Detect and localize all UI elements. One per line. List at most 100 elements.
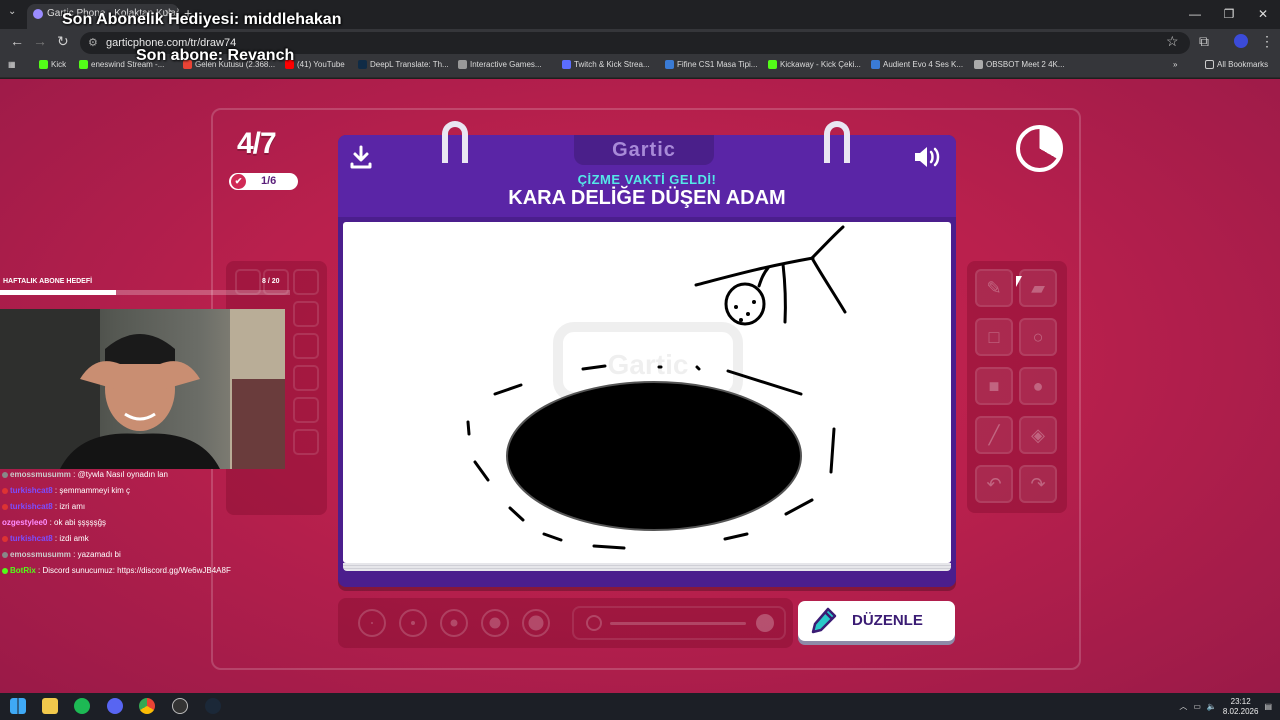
last-subscriber-text: Son abone: Revanch [136,47,295,64]
clock-time: 23:12 [1230,696,1251,706]
color-swatch[interactable] [293,333,319,359]
svg-text:Gartic: Gartic [608,349,689,380]
brush-size-2[interactable] [399,609,427,637]
opacity-slider[interactable] [572,606,786,640]
square-outline-icon[interactable]: □ [975,318,1013,356]
chat-message: ozgestylee0 : ok abi şşşşşğş [2,518,107,527]
brush-size-1[interactable] [358,609,386,637]
download-icon[interactable] [346,144,376,174]
redo-icon[interactable]: ↷ [1019,465,1057,503]
site-info-icon[interactable]: ⚙ [88,32,98,54]
eraser-icon[interactable]: ▰ [1019,269,1057,307]
chrome-icon[interactable] [139,698,155,714]
drawing-prompt-title: KARA DELİĞE DÜŞEN ADAM [508,187,786,209]
windows-taskbar: ︿ ▭ 🔈 23:12 8.02.2026 ▤ [0,693,1280,720]
discord-icon[interactable] [107,698,123,714]
card-header: Gartic ÇİZME VAKTİ GELDİ! KARA DELİĞE DÜ… [338,135,956,217]
gartic-logo: Gartic [574,135,714,165]
brush-size-5[interactable] [522,609,550,637]
bookmark-kickaway[interactable]: Kickaway - Kick Çeki... [768,60,861,69]
binder-ring-right [824,121,850,163]
reload-icon[interactable]: ↻ [57,33,69,50]
color-swatch[interactable] [293,269,319,295]
square-filled-icon[interactable]: ■ [975,367,1013,405]
taskbar-clock[interactable]: 23:12 8.02.2026 [1223,697,1259,717]
close-window-button[interactable]: ✕ [1246,0,1280,29]
system-tray: ︿ ▭ 🔈 23:12 8.02.2026 ▤ [1179,693,1272,720]
chat-message: turkishcat8 : izdi amk [2,531,302,547]
color-swatch[interactable] [293,301,319,327]
color-swatch[interactable] [293,429,319,455]
chat-message: emossmusumm : @tywla Nasıl oynadın lan [2,467,302,483]
undo-icon[interactable]: ↶ [975,465,1013,503]
clock-date: 8.02.2026 [1222,706,1259,716]
color-swatch[interactable] [293,365,319,391]
brush-size-4[interactable] [481,609,509,637]
bucket-icon[interactable]: ◈ [1019,416,1057,454]
streamer-image [0,309,285,469]
bookmark-interactive-games[interactable]: Interactive Games... [458,60,542,69]
bookmark-fifine[interactable]: Fifine CS1 Masa Tipi... [665,60,757,69]
chat-message: emossmusumm : yazamadı bi [2,547,302,563]
user-badge-icon [2,551,8,558]
gartic-favicon-icon [33,9,43,19]
steam-icon[interactable] [205,698,221,714]
stickman-drawing [694,225,847,326]
weekly-sub-goal-label: HAFTALIK ABONE HEDEFİ [3,278,93,285]
goal-bar-fill [0,290,116,295]
network-icon[interactable]: ▭ [1193,702,1201,711]
user-badge-icon [2,567,8,574]
bookmark-twitch-kick[interactable]: Twitch & Kick Strea... [562,60,650,69]
edit-button-label: DÜZENLE [852,612,923,629]
back-icon[interactable]: ← [10,33,24,49]
bookmark-kick[interactable]: Kick [39,60,66,69]
file-explorer-icon[interactable] [42,698,58,714]
tab-search-icon[interactable]: ⌄ [8,6,16,17]
circle-outline-icon[interactable]: ○ [1019,318,1057,356]
window-controls: — ❐ ✕ [1178,0,1280,29]
last-gift-sub-text: Son Abonelik Hediyesi: middlehakan [62,11,342,28]
opacity-handle[interactable] [756,614,774,632]
pen-icon [811,607,837,634]
bookmark-star-icon[interactable]: ☆ [1166,33,1179,50]
bookmark-audient[interactable]: Audient Evo 4 Ses K... [871,60,963,69]
weekly-sub-goal-bar [0,290,290,295]
chat-message: turkishcat8 : şemmammeyi kim ç [2,483,302,499]
profile-avatar[interactable] [1234,34,1248,48]
extensions-icon[interactable]: ⧉ [1199,33,1209,50]
volume-tray-icon[interactable]: 🔈 [1207,702,1217,711]
minimize-button[interactable]: — [1178,0,1212,29]
tray-overflow-icon[interactable]: ︿ [1179,701,1187,712]
apps-icon[interactable]: ▦ [8,60,16,69]
drawing-svg: Gartic [466,225,847,550]
likes-count: 1/6 [261,175,277,187]
menu-icon[interactable]: ⋮ [1260,33,1274,50]
pencil-icon[interactable]: ✎ [975,269,1013,307]
heart-icon: ✔ [231,174,246,189]
line-icon[interactable]: ╱ [975,416,1013,454]
restore-button[interactable]: ❐ [1212,0,1246,29]
circle-filled-icon[interactable]: ● [1019,367,1057,405]
round-counter: 4/7 [237,127,277,160]
drawing-canvas[interactable]: Gartic [343,222,951,563]
more-bookmarks-icon[interactable]: » [1173,60,1177,69]
opacity-track-bar [610,622,746,625]
spotify-icon[interactable] [74,698,90,714]
brush-size-3[interactable] [440,609,468,637]
opacity-min-icon [586,615,602,631]
timer-icon [1016,125,1063,172]
all-bookmarks-button[interactable]: All Bookmarks [1205,60,1268,69]
bookmark-deepl[interactable]: DeepL Translate: Th... [358,60,449,69]
brush-size-panel [338,598,793,648]
stream-chat: emossmusumm : @tywla Nasıl oynadın lan t… [2,467,302,579]
forward-icon[interactable]: → [33,33,47,49]
chat-message: BotRix : Discord sunucumuz: https://disc… [2,563,302,579]
drawing-time-subtitle: ÇİZME VAKTİ GELDİ! [577,172,717,187]
color-swatch[interactable] [293,397,319,423]
edit-button[interactable]: DÜZENLE [798,601,955,641]
bookmark-obsbot[interactable]: OBSBOT Meet 2 4K... [974,60,1065,69]
start-icon[interactable] [10,698,26,714]
notifications-icon[interactable]: ▤ [1264,702,1272,711]
volume-icon[interactable] [912,144,942,174]
obs-icon[interactable] [172,698,188,714]
